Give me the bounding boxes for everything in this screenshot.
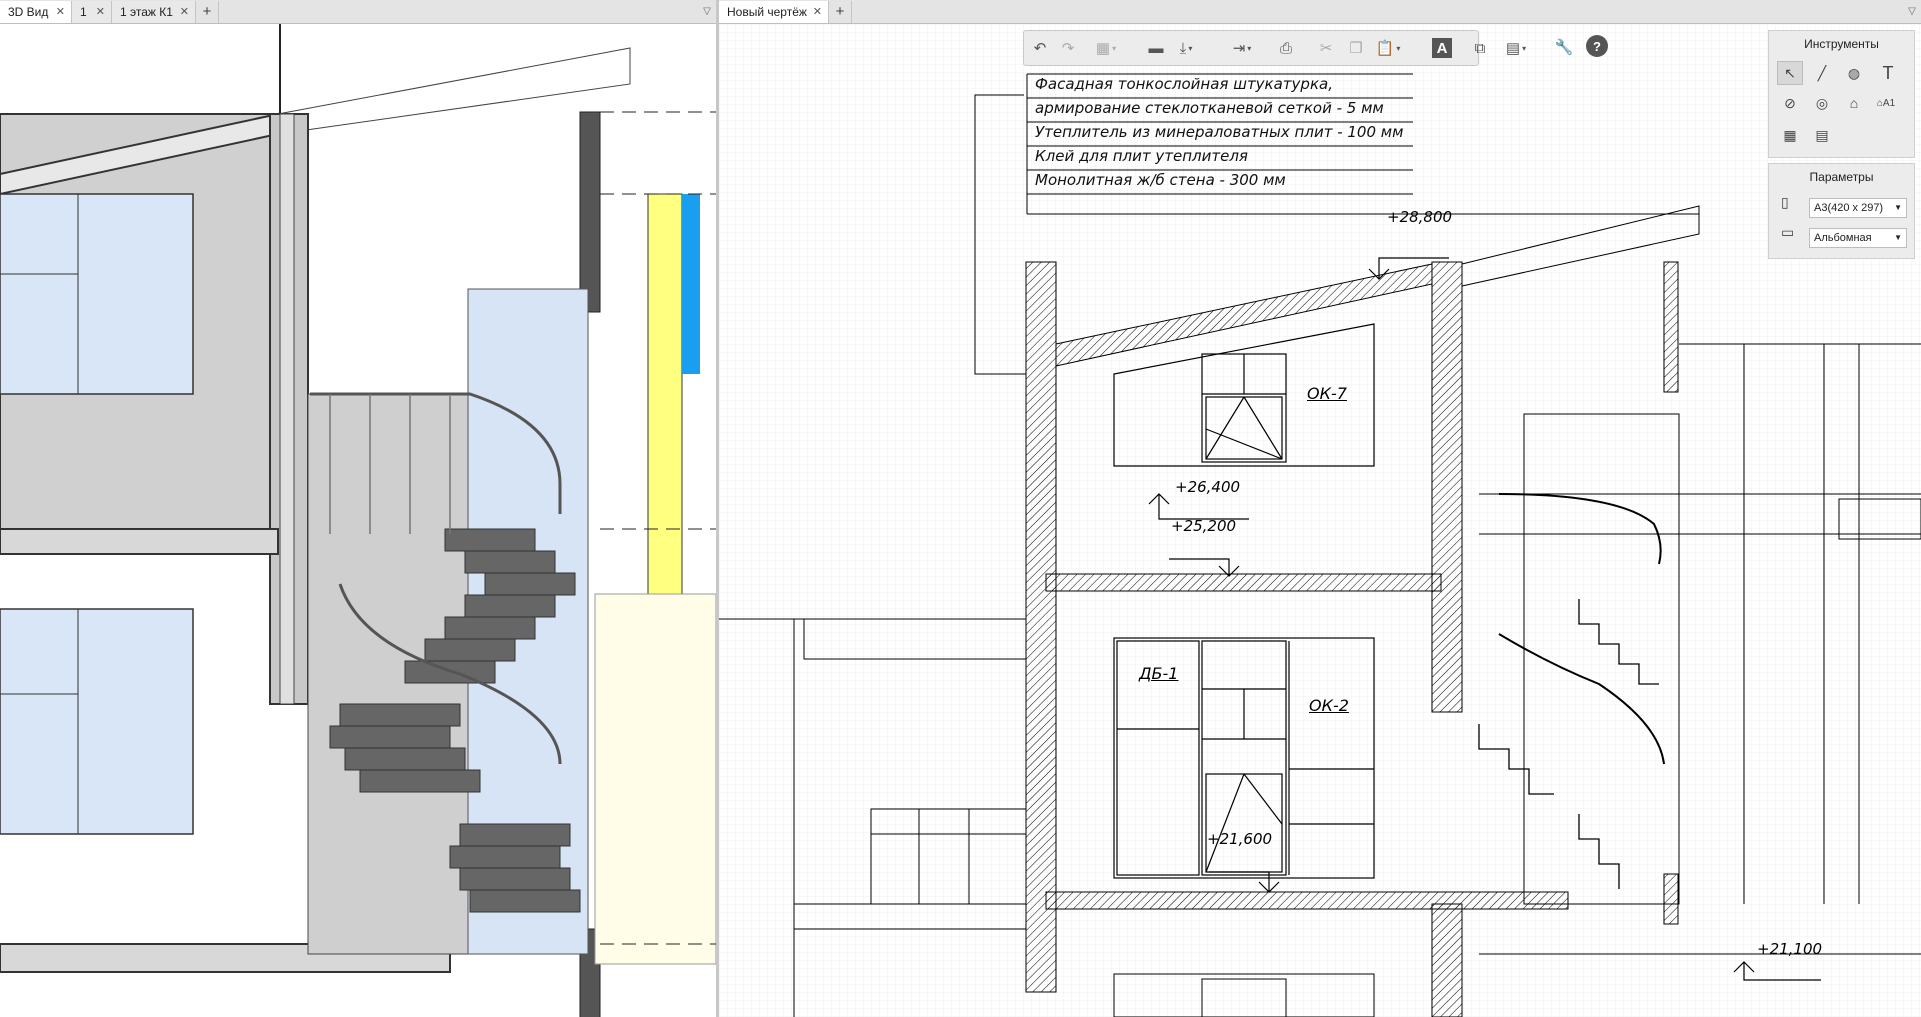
- new-tab-plus-icon[interactable]: +: [196, 1, 219, 23]
- parameters-panel: Параметры ▯ А3(420 x 297) ▼ ▭ Альбомная …: [1768, 163, 1915, 259]
- hatch-tool-icon[interactable]: ◍: [1841, 61, 1867, 85]
- level-mark-28800: +28,800: [1387, 208, 1453, 226]
- sheet-size-icon: ▯: [1781, 194, 1789, 210]
- parameters-panel-title: Параметры: [1809, 170, 1874, 184]
- left-tab-bar: 3D Вид ✕ 1 ✕ 1 этаж К1 ✕ + ▽: [0, 0, 716, 24]
- tab-label: Новый чертёж: [727, 5, 807, 19]
- close-icon[interactable]: ✕: [180, 1, 189, 23]
- level-mark-25200: +25,200: [1171, 517, 1237, 535]
- table-edit-tool-icon[interactable]: ▦: [1777, 123, 1803, 147]
- chevron-down-icon: ▼: [1894, 203, 1902, 212]
- tab-3d-view[interactable]: 3D Вид ✕: [0, 1, 72, 23]
- level-mark-21100: +21,100: [1757, 940, 1823, 958]
- view-3d-pane[interactable]: [0, 24, 716, 1017]
- sheet-format-value: А3(420 x 297): [1814, 202, 1884, 214]
- new-tab-plus-icon[interactable]: +: [829, 1, 852, 23]
- text-tool-icon[interactable]: T: [1875, 61, 1901, 85]
- cut-icon[interactable]: ✂: [1314, 36, 1338, 60]
- orientation-select[interactable]: Альбомная ▼: [1809, 228, 1907, 248]
- tab-label: 1: [80, 5, 87, 19]
- pointer-tool-icon[interactable]: ↖: [1777, 61, 1803, 85]
- orientation-value: Альбомная: [1814, 232, 1872, 244]
- chevron-down-icon: ▼: [1894, 233, 1902, 242]
- tools-panel: Инструменты ↖ ╱ ◍ T ⊘ ◎ ⌂ ⌂A1 ▦ ▤: [1768, 30, 1915, 158]
- level-mark-tool-icon[interactable]: ⌂: [1841, 91, 1867, 115]
- print-icon[interactable]: ⎙: [1274, 36, 1298, 60]
- line-tool-icon[interactable]: ╱: [1809, 61, 1835, 85]
- redo-icon[interactable]: ↷: [1056, 36, 1080, 60]
- leader-line-5: Монолитная ж/б стена - 300 мм: [1035, 171, 1286, 189]
- door-mark-db1: ДБ-1: [1139, 664, 1179, 683]
- level-mark-26400: +26,400: [1175, 478, 1241, 496]
- tab-list-chevron-icon[interactable]: ▽: [700, 0, 714, 24]
- text-style-icon[interactable]: A: [1432, 38, 1452, 58]
- folder-open-icon[interactable]: ▬: [1144, 36, 1168, 60]
- undo-icon[interactable]: ↶: [1028, 36, 1052, 60]
- window-mark-ok7: ОК-7: [1307, 384, 1347, 403]
- settings-wrench-icon[interactable]: 🔧: [1552, 35, 1576, 59]
- close-icon[interactable]: ✕: [56, 1, 65, 23]
- tools-panel-title: Инструменты: [1804, 37, 1879, 51]
- leader-tool-icon[interactable]: ◎: [1809, 91, 1835, 115]
- table-icon[interactable]: ▤ ▾: [1504, 36, 1528, 60]
- window-mark-ok2: ОК-2: [1309, 696, 1349, 715]
- close-icon[interactable]: ✕: [96, 1, 105, 23]
- leader-line-1: Фасадная тонкослойная штукатурка,: [1035, 75, 1333, 93]
- sheet-format-select[interactable]: А3(420 x 297) ▼: [1809, 198, 1907, 218]
- tab-new-drawing[interactable]: Новый чертёж ✕: [719, 1, 829, 23]
- orientation-icon: ▭: [1781, 224, 1795, 240]
- tab-list-chevron-icon[interactable]: ▽: [1905, 0, 1919, 24]
- tab-label: 1 этаж К1: [120, 5, 173, 19]
- leader-line-4: Клей для плит утеплителя: [1035, 147, 1248, 165]
- paste-icon[interactable]: 📋 ▾: [1376, 36, 1401, 60]
- export-icon[interactable]: ⇥ ▾: [1230, 36, 1254, 60]
- dimension-tool-icon[interactable]: ⊘: [1777, 91, 1803, 115]
- tab-floor-1-k1[interactable]: 1 этаж К1 ✕: [112, 1, 196, 23]
- copy-icon[interactable]: ❐: [1344, 36, 1368, 60]
- layers-icon[interactable]: ⧉: [1468, 36, 1492, 60]
- leader-line-3: Утеплитель из минераловатных плит - 100 …: [1035, 123, 1404, 141]
- help-icon[interactable]: ?: [1586, 35, 1608, 57]
- drawing-canvas-pane[interactable]: Фасадная тонкослойная штукатурка, армиро…: [719, 24, 1921, 1017]
- right-tab-bar: Новый чертёж ✕ + ▽: [719, 0, 1921, 24]
- stamp-tool-icon[interactable]: ⌂A1: [1873, 91, 1899, 115]
- main-toolbar: ↶ ↷ ▦ ▾ ▬ ⤓ ▾ ⇥ ▾ ⎙ ✂ ❐ 📋 ▾ A ⧉ ▤ ▾: [1023, 30, 1526, 66]
- tab-1[interactable]: 1 ✕: [72, 1, 112, 23]
- view-3d-icon[interactable]: ▦ ▾: [1094, 36, 1118, 60]
- table-tool-icon[interactable]: ▤: [1809, 123, 1835, 147]
- close-icon[interactable]: ✕: [813, 1, 822, 23]
- save-icon[interactable]: ⤓ ▾: [1174, 36, 1198, 60]
- 3d-model-view: [0, 24, 716, 1017]
- leader-line-2: армирование стеклотканевой сеткой - 5 мм: [1035, 99, 1384, 117]
- tab-label: 3D Вид: [8, 5, 49, 19]
- level-mark-21600: +21,600: [1207, 830, 1273, 848]
